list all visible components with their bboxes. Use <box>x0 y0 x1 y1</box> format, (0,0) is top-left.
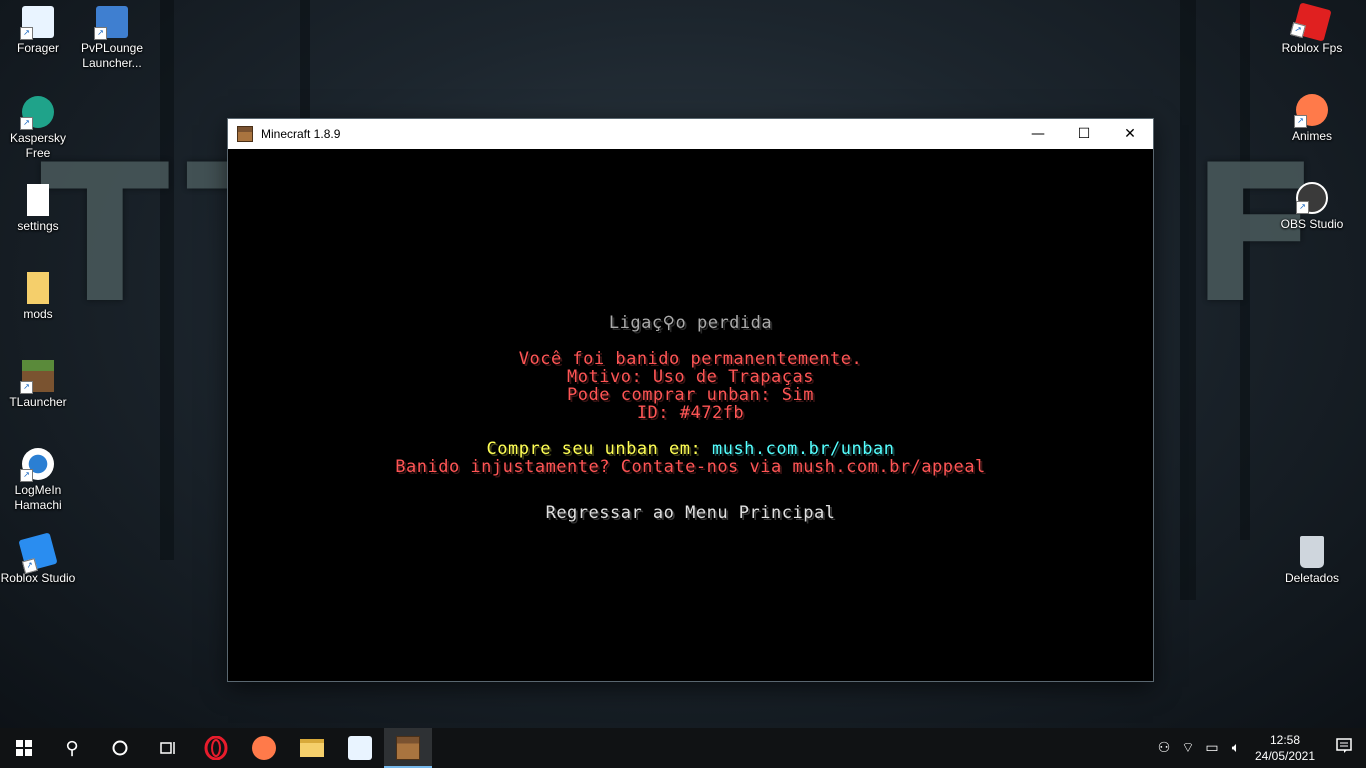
desktop-icon-label: mods <box>23 307 53 321</box>
pvplounge-icon: ↗ <box>94 6 128 40</box>
minimize-button[interactable]: — <box>1015 119 1061 149</box>
shortcut-arrow-icon: ↗ <box>1289 22 1306 39</box>
desktop-icon-label: Roblox Fps <box>1281 41 1343 55</box>
shortcut-arrow-icon: ↗ <box>20 469 33 482</box>
desktop-icon-label: Animes <box>1291 129 1332 143</box>
forager-icon: ↗ <box>20 6 54 40</box>
kaspersky-icon: ↗ <box>20 96 54 130</box>
desktop-icon-mods[interactable]: mods <box>0 266 76 346</box>
ban-reason: Motivo: Uso de Trapaças <box>567 367 814 387</box>
desktop-icon-label: Roblox Studio <box>0 571 76 585</box>
cortana-circle-icon <box>112 740 128 756</box>
desktop-icon-hamachi[interactable]: ↗ LogMeIn Hamachi <box>0 442 76 522</box>
volume-icon[interactable]: 🔈︎ <box>1224 740 1248 756</box>
window-titlebar[interactable]: Minecraft 1.8.9 — ☐ ✕ <box>228 119 1153 149</box>
desktop-icon-obs[interactable]: ↗ OBS Studio <box>1274 176 1350 256</box>
tlauncher-icon: ↗ <box>20 360 54 394</box>
desktop-icon-roblox-fps[interactable]: ↗ Roblox Fps <box>1274 0 1350 80</box>
recycle-bin-icon <box>1300 536 1324 568</box>
desktop-icon-label: Kaspersky Free <box>9 131 67 160</box>
taskbar-minecraft[interactable] <box>384 728 432 768</box>
desktop-icon-tlauncher[interactable]: ↗ TLauncher <box>0 354 76 434</box>
shortcut-arrow-icon: ↗ <box>20 117 33 130</box>
shortcut-arrow-icon: ↗ <box>1296 201 1309 214</box>
desktop-icon-label: Forager <box>16 41 60 55</box>
file-icon <box>27 184 49 216</box>
roblox-studio-icon: ↗ <box>18 532 58 575</box>
ban-message: Você foi banido permanentemente. <box>518 349 863 369</box>
clock-date: 24/05/2021 <box>1254 749 1316 763</box>
system-tray: ⚇ ⌔ ▭ 🔈︎ 12:58 24/05/2021 <box>1152 728 1366 768</box>
desktop-icon-label: TLauncher <box>9 395 67 409</box>
back-to-menu-button[interactable]: Regressar ao Menu Principal <box>228 504 1153 522</box>
notification-icon <box>1336 738 1352 753</box>
people-icon[interactable]: ⚇ <box>1152 740 1176 756</box>
minecraft-icon <box>237 126 253 142</box>
clock[interactable]: 12:58 24/05/2021 <box>1248 732 1322 764</box>
desktop-icon-roblox-studio[interactable]: ↗ Roblox Studio <box>0 530 76 610</box>
opera-icon <box>204 736 228 760</box>
buy-unban-line: Compre seu unban em: mush.com.br/unban <box>228 440 1153 458</box>
search-button[interactable]: ⚲ <box>48 728 96 768</box>
desktop-icon-recycle-bin[interactable]: Deletados <box>1274 530 1350 610</box>
search-icon: ⚲ <box>65 737 79 759</box>
task-view-icon <box>160 742 175 754</box>
buy-unban-text: Compre seu unban em: <box>486 439 712 459</box>
hamachi-icon: ↗ <box>20 448 54 482</box>
shortcut-arrow-icon: ↗ <box>20 27 33 40</box>
folder-icon <box>27 272 49 304</box>
unban-availability: Pode comprar unban: Sim <box>567 385 814 405</box>
battery-icon[interactable]: ▭ <box>1200 740 1224 756</box>
disconnect-screen: Ligaç⚲o perdida Você foi banido permanen… <box>228 149 1153 681</box>
taskbar-opera[interactable] <box>192 728 240 768</box>
desktop-icon-label: LogMeIn Hamachi <box>14 483 62 512</box>
taskbar-forager[interactable] <box>336 728 384 768</box>
wifi-icon[interactable]: ⌔ <box>1176 739 1200 757</box>
window-title: Minecraft 1.8.9 <box>261 127 341 141</box>
cortana-button[interactable] <box>96 728 144 768</box>
desktop-icon-label: OBS Studio <box>1280 217 1344 231</box>
desktop-icon-label: PvPLounge Launcher... <box>80 41 144 70</box>
shortcut-arrow-icon: ↗ <box>94 27 107 40</box>
close-button[interactable]: ✕ <box>1107 119 1153 149</box>
notification-center-button[interactable] <box>1322 738 1366 758</box>
animes-icon: ↗ <box>1294 94 1328 128</box>
roblox-icon: ↗ <box>1289 2 1332 42</box>
shortcut-arrow-icon: ↗ <box>1294 115 1307 128</box>
forager-icon <box>348 736 372 760</box>
taskbar-animes[interactable] <box>240 728 288 768</box>
buy-unban-link: mush.com.br/unban <box>711 439 895 459</box>
taskbar-file-explorer[interactable] <box>288 728 336 768</box>
task-view-button[interactable] <box>144 728 192 768</box>
desktop-icon-kaspersky[interactable]: ↗ Kaspersky Free <box>0 90 76 170</box>
animes-icon <box>252 736 276 760</box>
minecraft-window: Minecraft 1.8.9 — ☐ ✕ Ligaç⚲o perdida Vo… <box>228 119 1153 681</box>
desktop-icon-forager[interactable]: ↗ Forager <box>0 0 76 80</box>
taskbar: ⚲ ⚇ ⌔ ▭ 🔈︎ 12:58 24/05/2021 <box>0 728 1366 768</box>
desktop-icon-label: settings <box>17 219 59 233</box>
clock-time: 12:58 <box>1269 733 1301 747</box>
desktop-icon-label: Deletados <box>1284 571 1340 585</box>
appeal-text: Banido injustamente? Contate-nos via mus… <box>395 457 986 477</box>
disconnect-heading: Ligaç⚲o perdida <box>608 313 773 333</box>
start-button[interactable] <box>0 728 48 768</box>
folder-icon <box>300 739 324 757</box>
minecraft-icon <box>396 736 420 760</box>
windows-logo-icon <box>16 740 32 756</box>
desktop-icon-animes[interactable]: ↗ Animes <box>1274 88 1350 168</box>
maximize-button[interactable]: ☐ <box>1061 119 1107 149</box>
shortcut-arrow-icon: ↗ <box>20 381 33 394</box>
obs-icon: ↗ <box>1296 182 1328 214</box>
desktop-icon-pvplounge[interactable]: ↗ PvPLounge Launcher... <box>74 0 150 80</box>
desktop-icon-settings[interactable]: settings <box>0 178 76 258</box>
ban-id: ID: #472fb <box>636 403 745 423</box>
